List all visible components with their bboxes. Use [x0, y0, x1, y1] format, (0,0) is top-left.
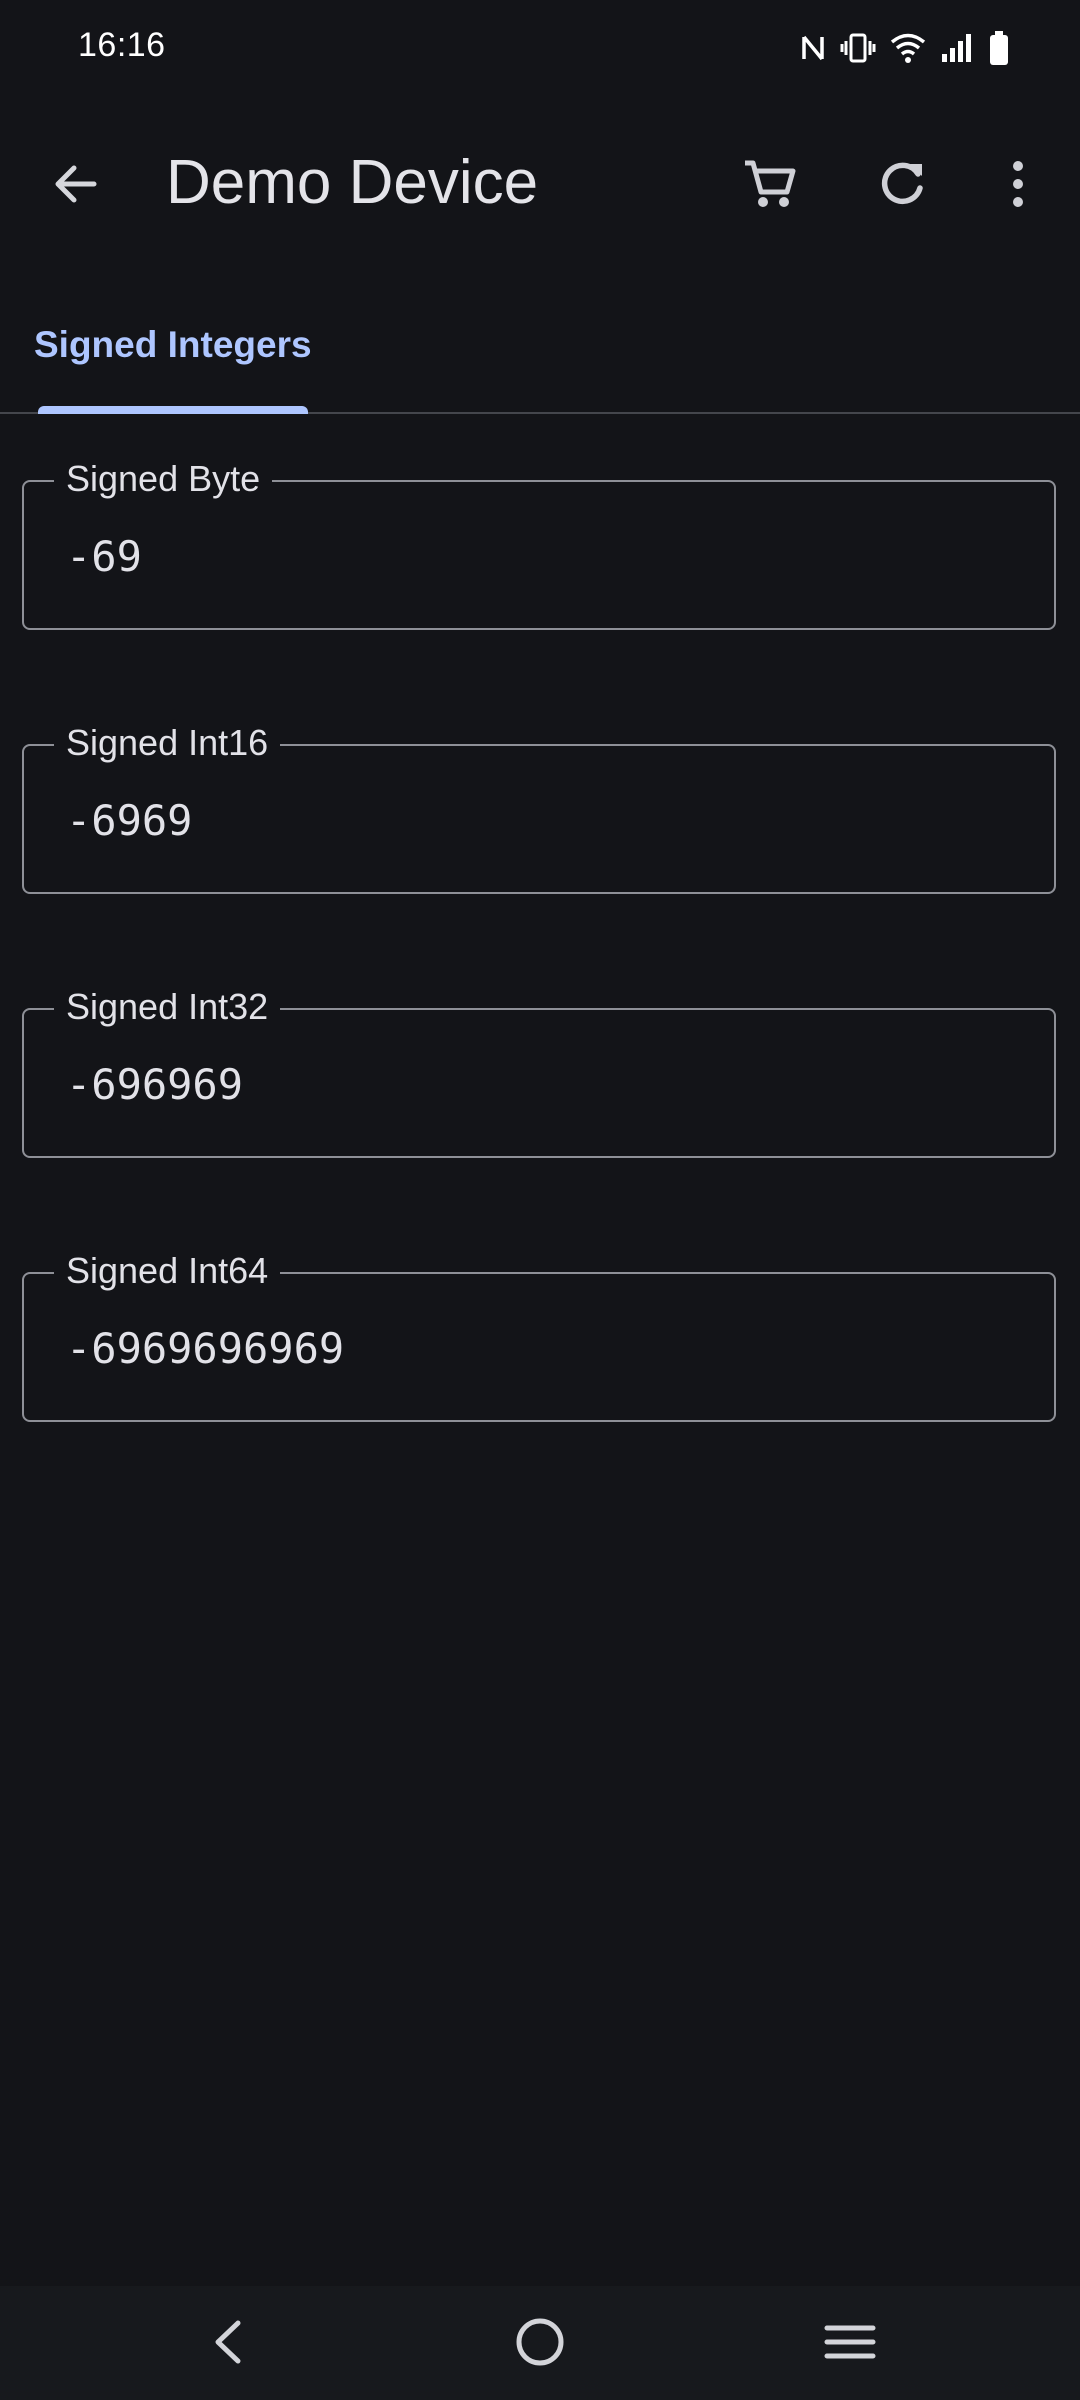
nav-recents-button[interactable]	[800, 2304, 900, 2384]
tab-signed-integers[interactable]: Signed Integers	[34, 324, 312, 366]
signed-int32-field: Signed Int32	[22, 985, 1056, 1158]
tab-indicator	[38, 406, 308, 414]
field-label: Signed Int32	[54, 985, 281, 1029]
page-title: Demo Device	[166, 148, 539, 217]
field-label: Signed Int64	[54, 1249, 281, 1293]
back-arrow-icon	[50, 158, 102, 215]
signed-int64-input[interactable]	[66, 1324, 1006, 1373]
nav-back-icon	[208, 2317, 248, 2372]
app-bar: Demo Device	[0, 120, 1080, 250]
more-options-button[interactable]	[978, 146, 1058, 226]
signed-byte-input[interactable]	[66, 532, 1006, 581]
nav-home-icon	[513, 2315, 567, 2374]
wifi-icon	[890, 32, 926, 64]
battery-icon	[988, 30, 1010, 66]
back-button[interactable]	[36, 146, 116, 226]
status-icons	[800, 28, 1010, 68]
signed-int16-field: Signed Int16	[22, 721, 1056, 894]
status-bar: 16:16	[0, 0, 1080, 96]
field-label: Signed Int16	[54, 721, 281, 765]
signed-int32-input[interactable]	[66, 1060, 1006, 1109]
vibrate-icon	[840, 31, 876, 65]
nav-back-button[interactable]	[178, 2304, 278, 2384]
cart-icon	[740, 154, 800, 219]
refresh-button[interactable]	[862, 146, 942, 226]
nav-home-button[interactable]	[490, 2304, 590, 2384]
field-label: Signed Byte	[54, 457, 273, 501]
signed-int16-input[interactable]	[66, 796, 1006, 845]
tab-bar: Signed Integers	[0, 300, 1080, 414]
cart-button[interactable]	[730, 146, 810, 226]
signed-byte-field: Signed Byte	[22, 457, 1056, 630]
refresh-icon	[874, 156, 930, 217]
more-vert-icon	[1008, 158, 1028, 215]
system-nav-bar	[0, 2286, 1080, 2400]
signed-int64-field: Signed Int64	[22, 1249, 1056, 1422]
nfc-icon	[800, 31, 826, 65]
signal-icon	[940, 32, 974, 64]
status-time: 16:16	[78, 26, 166, 64]
nav-recents-icon	[823, 2322, 877, 2367]
